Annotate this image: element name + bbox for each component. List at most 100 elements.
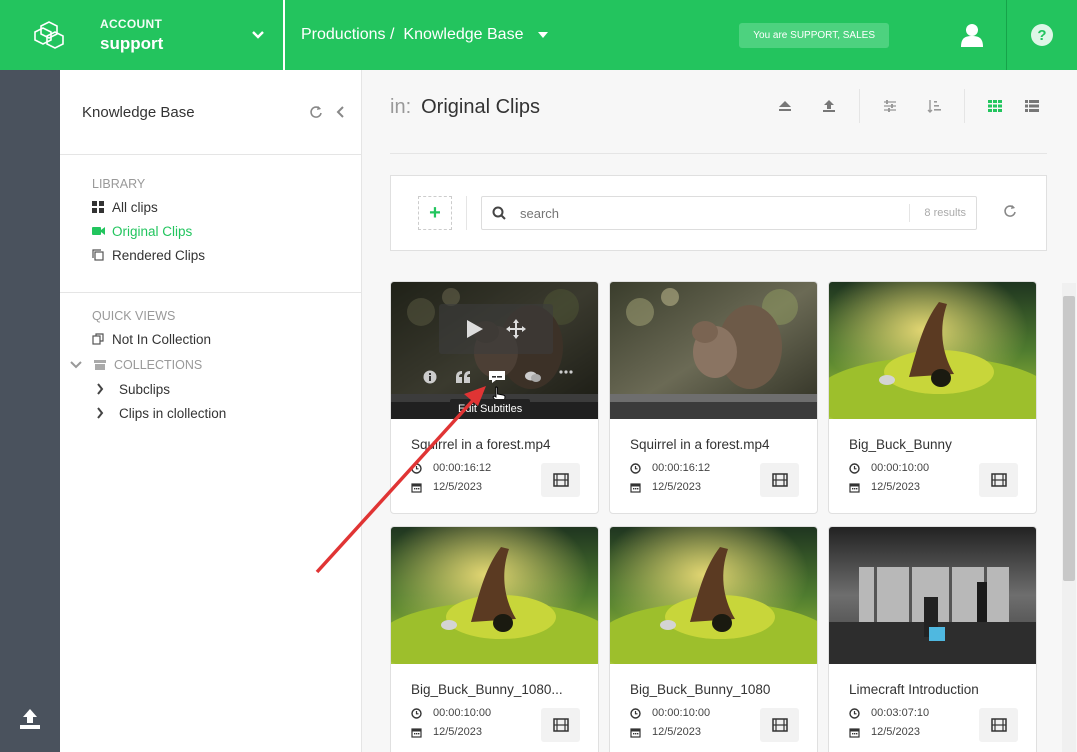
- add-clip-button[interactable]: +: [418, 196, 452, 230]
- quote-icon: [455, 371, 470, 383]
- collections-header[interactable]: COLLECTIONS: [70, 353, 361, 377]
- play-button[interactable]: [466, 319, 484, 339]
- open-clip-button[interactable]: [541, 463, 580, 497]
- clip-thumbnail[interactable]: [829, 282, 1036, 419]
- breadcrumb-productions[interactable]: Productions /: [301, 26, 394, 44]
- user-menu-button[interactable]: [937, 0, 1007, 70]
- clip-date: 12/5/2023: [433, 726, 482, 738]
- toolbar: [763, 89, 1047, 124]
- edit-subtitles-button[interactable]: [488, 370, 506, 384]
- clip-card[interactable]: Limecraft Introduction 00:03:07:10 12/5/20…: [828, 526, 1037, 752]
- upload-clip-button[interactable]: [807, 88, 851, 124]
- clip-duration-row: 00:00:10:00: [630, 707, 710, 719]
- clip-name[interactable]: Big_Buck_Bunny_1080...: [411, 682, 563, 697]
- open-clip-button[interactable]: [760, 463, 799, 497]
- chevron-down-icon: [70, 361, 94, 369]
- clip-name[interactable]: Big_Buck_Bunny_1080: [630, 682, 770, 697]
- clip-card[interactable]: Big_Buck_Bunny 00:00:10:00 12/5/2023: [828, 281, 1037, 514]
- sliders-icon: [884, 100, 896, 112]
- clip-actions: [423, 370, 573, 384]
- clip-card[interactable]: Big_Buck_Bunny_1080 00:00:10:00 12/5/2023: [609, 526, 818, 752]
- clip-date-row: 12/5/2023: [411, 481, 482, 493]
- list-view-icon: [1025, 100, 1039, 112]
- grid-view-button[interactable]: [973, 88, 1017, 124]
- open-clip-button[interactable]: [541, 708, 580, 742]
- collapse-sidebar-icon[interactable]: [335, 105, 345, 119]
- help-icon: ?: [1031, 24, 1053, 46]
- clip-card[interactable]: Big_Buck_Bunny_1080... 00:00:10:00 12/5/20…: [390, 526, 599, 752]
- app-logo[interactable]: [0, 0, 100, 70]
- quote-button[interactable]: [455, 370, 471, 384]
- caret-down-icon[interactable]: [537, 31, 549, 39]
- clip-date-row: 12/5/2023: [630, 726, 701, 738]
- search-icon: [492, 206, 506, 220]
- sidebar-item-original-clips[interactable]: Original Clips: [92, 219, 361, 243]
- comments-button[interactable]: [524, 370, 542, 384]
- sidebar-item-label: Rendered Clips: [112, 247, 206, 263]
- in-label: in:: [390, 96, 412, 118]
- sidebar-item-label: All clips: [112, 199, 158, 215]
- clip-date: 12/5/2023: [652, 481, 701, 493]
- clip-duration-row: 00:00:10:00: [411, 707, 491, 719]
- grid-icon: [92, 201, 110, 213]
- refresh-button[interactable]: [1003, 204, 1017, 223]
- clip-name[interactable]: Big_Buck_Bunny: [849, 437, 952, 452]
- clip-duration-row: 00:00:16:12: [411, 462, 491, 474]
- film-icon: [771, 473, 788, 487]
- clip-name[interactable]: Limecraft Introduction: [849, 682, 979, 697]
- eject-button[interactable]: [763, 88, 807, 124]
- clip-thumbnail[interactable]: Edit Subtitles: [391, 282, 598, 419]
- sort-icon: [927, 100, 941, 113]
- quick-views-title: QUICK VIEWS: [92, 309, 176, 323]
- move-button[interactable]: [506, 319, 526, 339]
- logo-icon: [34, 21, 64, 49]
- list-view-button[interactable]: [1017, 88, 1047, 124]
- plus-icon: +: [429, 201, 441, 224]
- sort-button[interactable]: [912, 88, 956, 124]
- upload-button[interactable]: [18, 707, 42, 736]
- sidebar-item-rendered-clips[interactable]: Rendered Clips: [92, 243, 361, 267]
- divider: [466, 196, 467, 230]
- clip-duration-row: 00:00:16:12: [630, 462, 710, 474]
- scrollbar-thumb[interactable]: [1063, 296, 1075, 581]
- clip-name[interactable]: Squirrel in a forest.mp4: [630, 437, 770, 452]
- clip-thumbnail[interactable]: [829, 527, 1036, 664]
- clock-icon: [411, 462, 422, 474]
- clip-thumbnail[interactable]: [610, 282, 817, 419]
- info-button[interactable]: [423, 370, 437, 384]
- folder-icon: [94, 360, 114, 370]
- clip-card[interactable]: Edit Subtitles Squirrel in a forest.mp4 00…: [390, 281, 599, 514]
- account-switcher[interactable]: ACCOUNT support: [100, 0, 285, 70]
- refresh-icon[interactable]: [309, 105, 323, 119]
- top-bar: ACCOUNT support Productions / Knowledge …: [0, 0, 1077, 70]
- clock-icon: [411, 707, 422, 719]
- sidebar-header: Knowledge Base: [60, 70, 361, 155]
- open-clip-button[interactable]: [760, 708, 799, 742]
- left-rail: [0, 70, 60, 752]
- clip-card[interactable]: Squirrel in a forest.mp4 00:00:16:12 12/5/…: [609, 281, 818, 514]
- sidebar-item-not-in-collection[interactable]: Not In Collection: [92, 327, 361, 351]
- clip-name[interactable]: Squirrel in a forest.mp4: [411, 437, 551, 452]
- clip-date-row: 12/5/2023: [849, 481, 920, 493]
- clock-icon: [630, 707, 641, 719]
- help-button[interactable]: ?: [1007, 0, 1077, 70]
- sidebar-item-subclips[interactable]: Subclips: [96, 377, 361, 401]
- copy-icon: [92, 249, 110, 261]
- search-box: 8 results: [481, 196, 977, 230]
- more-button[interactable]: [559, 370, 573, 384]
- breadcrumb-knowledge-base[interactable]: Knowledge Base: [403, 26, 523, 44]
- filter-button[interactable]: [868, 88, 912, 124]
- clip-thumbnail[interactable]: [391, 527, 598, 664]
- clip-thumbnail[interactable]: [610, 527, 817, 664]
- sidebar-item-all-clips[interactable]: All clips: [92, 195, 361, 219]
- search-input[interactable]: [520, 205, 910, 221]
- sidebar-item-clips-in-collection[interactable]: Clips in clollection: [96, 401, 361, 425]
- clip-date-row: 12/5/2023: [849, 726, 920, 738]
- calendar-icon: [411, 727, 422, 738]
- clip-duration: 00:03:07:10: [871, 707, 930, 719]
- breadcrumb: Productions / Knowledge Base: [285, 26, 739, 44]
- open-clip-button[interactable]: [979, 708, 1018, 742]
- open-clip-button[interactable]: [979, 463, 1018, 497]
- quick-views-section: QUICK VIEWS Not In Collection COLLECTION…: [60, 293, 361, 425]
- clip-date: 12/5/2023: [652, 726, 701, 738]
